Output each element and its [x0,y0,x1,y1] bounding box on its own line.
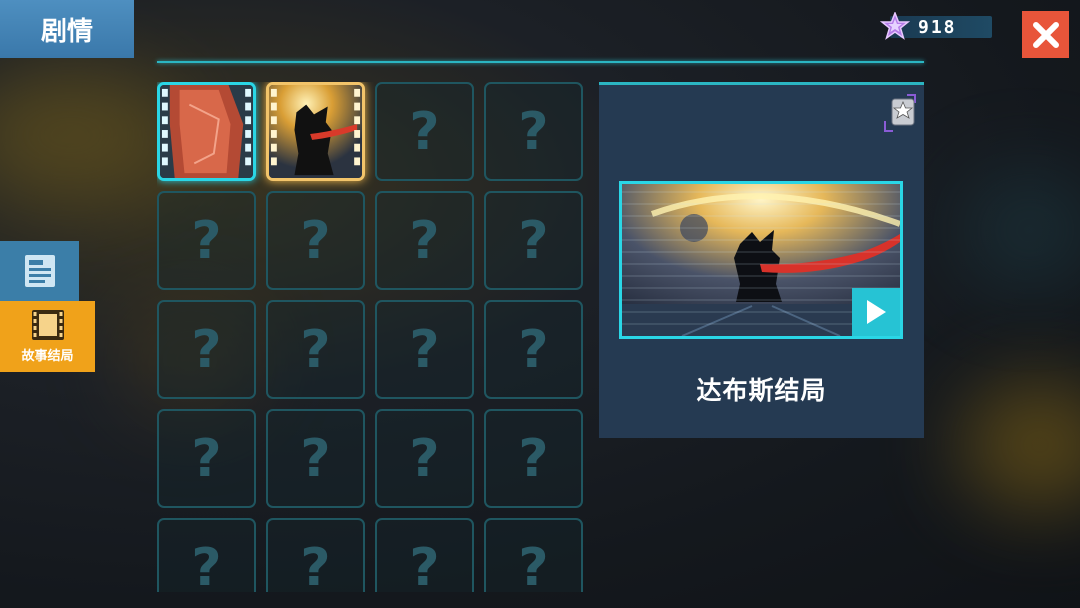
story-preview-image[interactable] [619,181,903,339]
story-cell-10[interactable]: ? [266,300,365,399]
ninja-silhouette-portrait-icon [269,85,362,178]
locked-question-mark: ? [518,319,549,380]
story-detail-panel: 达布斯结局 [599,82,924,438]
locked-question-mark: ? [518,101,549,162]
story-cell-5[interactable]: ? [157,191,256,290]
play-icon [867,300,886,324]
story-cell-2[interactable] [266,82,365,181]
play-button[interactable] [852,288,900,336]
story-cell-15[interactable]: ? [375,409,474,508]
locked-question-mark: ? [300,537,331,593]
film-strip-icon [31,310,64,340]
story-title: 达布斯结局 [696,376,827,405]
story-cell-9[interactable]: ? [157,300,256,399]
story-cell-18[interactable]: ? [266,518,365,592]
locked-question-mark: ? [300,210,331,271]
story-cell-6[interactable]: ? [266,191,365,290]
locked-question-mark: ? [191,210,222,271]
locked-question-mark: ? [409,319,440,380]
locked-question-mark: ? [409,101,440,162]
locked-question-mark: ? [409,210,440,271]
locked-question-mark: ? [518,537,549,593]
page-title: 剧情 [0,0,134,58]
story-cell-1[interactable] [157,82,256,181]
story-cell-13[interactable]: ? [157,409,256,508]
story-cell-4[interactable]: ? [484,82,583,181]
story-cell-20[interactable]: ? [484,518,583,592]
locked-question-mark: ? [518,428,549,489]
story-cell-17[interactable]: ? [157,518,256,592]
story-cell-3[interactable]: ? [375,82,474,181]
story-cell-16[interactable]: ? [484,409,583,508]
page-title-text: 剧情 [40,16,93,47]
story-cell-11[interactable]: ? [375,300,474,399]
story-cell-14[interactable]: ? [266,409,365,508]
locked-question-mark: ? [191,537,222,593]
story-cell-19[interactable]: ? [375,518,474,592]
locked-question-mark: ? [191,319,222,380]
currency-display: 918 [880,12,992,42]
close-icon [1032,21,1059,48]
locked-question-mark: ? [409,428,440,489]
currency-amount: 918 [918,16,957,38]
document-icon [24,255,55,287]
side-tab-documents[interactable] [0,241,79,301]
red-robot-portrait-icon [160,85,253,178]
story-cell-7[interactable]: ? [375,191,474,290]
locked-question-mark: ? [518,210,549,271]
story-cell-8[interactable]: ? [484,191,583,290]
purple-star-gem-icon [880,12,910,42]
locked-question-mark: ? [409,537,440,593]
header-divider [157,61,924,63]
close-button[interactable] [1022,11,1069,58]
locked-question-mark: ? [300,428,331,489]
locked-question-mark: ? [191,428,222,489]
story-cell-12[interactable]: ? [484,300,583,399]
side-tab-story-endings[interactable]: 故事结局 [0,301,95,372]
side-tab-story-label: 故事结局 [21,349,74,364]
story-grid: ? ? ? ? ? ? ? ? ? ? ? ? ? ? ? ? ? ? [157,82,587,592]
locked-question-mark: ? [300,319,331,380]
star-badge-icon [883,93,917,133]
